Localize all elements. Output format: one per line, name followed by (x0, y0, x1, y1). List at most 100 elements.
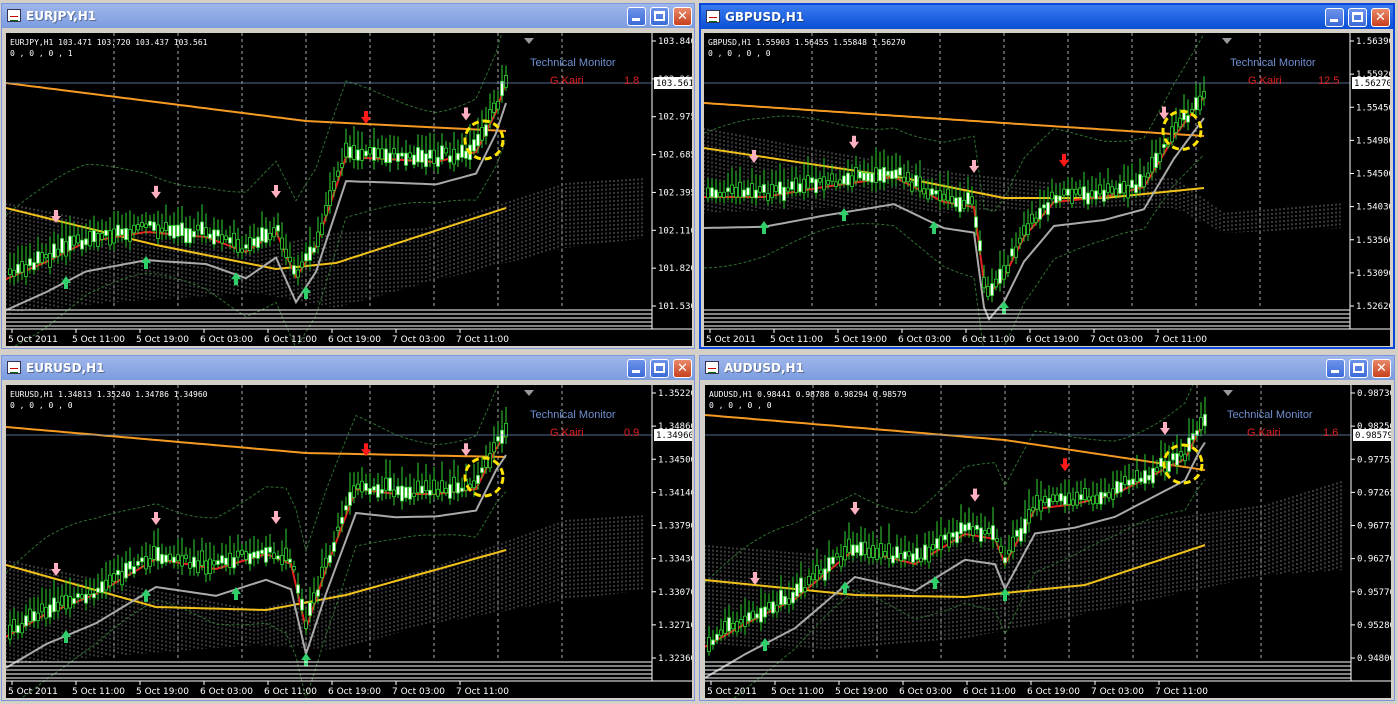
chart-shift-icon[interactable] (524, 390, 534, 396)
candle-body (1202, 91, 1206, 99)
candle-body (755, 613, 759, 619)
title-bar[interactable]: EURJPY,H1 ✕ (2, 4, 694, 28)
symbol-ohlc: GBPUSD,H1 1.55903 1.56455 1.55848 1.5627… (708, 38, 906, 47)
candle-body (200, 550, 204, 566)
price-chart[interactable]: 0.987300.982500.977550.972650.967750.962… (705, 385, 1391, 698)
candle-body (112, 573, 116, 582)
candle-body (344, 142, 348, 158)
candle-body (488, 453, 492, 469)
close-icon[interactable]: ✕ (1371, 8, 1390, 27)
candle-body (428, 149, 432, 159)
sell-arrow-icon (151, 185, 161, 199)
maximize-icon[interactable] (650, 359, 669, 378)
candle-body (918, 176, 922, 192)
candle-body (392, 489, 396, 498)
candle-body (786, 187, 790, 192)
candle-body (718, 192, 722, 197)
candle-body (432, 479, 436, 495)
candle-body (983, 530, 987, 535)
price-tick-label: 1.54030 (1356, 203, 1390, 213)
minimize-icon[interactable] (1326, 359, 1345, 378)
time-tick-label: 6 Oct 03:00 (200, 687, 253, 697)
buy-arrow-icon (301, 653, 311, 666)
candle-body (384, 148, 388, 163)
candle-body (842, 175, 846, 185)
chart-plot[interactable]: 1.352201.348601.345001.341401.337901.334… (6, 385, 692, 698)
candle-body (212, 229, 216, 245)
time-tick-label: 5 Oct 11:00 (771, 687, 824, 697)
technical-monitor-label: Technical Monitor (1227, 409, 1313, 421)
maximize-icon[interactable] (650, 7, 669, 26)
price-tick-label: 0.98730 (1357, 389, 1391, 399)
maximize-icon[interactable] (1349, 359, 1368, 378)
candle-body (850, 175, 854, 187)
price-tick-label: 0.96775 (1357, 522, 1391, 532)
title-bar[interactable]: GBPUSD,H1 ✕ (701, 5, 1393, 29)
candle-body (248, 553, 252, 565)
close-icon[interactable]: ✕ (673, 359, 692, 378)
candle-body (838, 179, 842, 185)
current-price-label: 1.34960 (656, 431, 692, 441)
chart-shift-icon[interactable] (524, 38, 534, 44)
time-tick-label: 5 Oct 2011 (707, 687, 757, 697)
candle-body (392, 148, 396, 155)
buy-arrow-icon (1000, 588, 1010, 601)
chart-window-eurusd[interactable]: EURUSD,H1 ✕ 1.352201.348601.345001.34140… (1, 355, 695, 701)
chart-shift-icon[interactable] (1223, 390, 1233, 396)
candle-body (819, 569, 823, 575)
candle-body (316, 231, 320, 247)
chart-window-eurjpy[interactable]: EURJPY,H1 ✕ 103.840103.260102.975102.685… (1, 3, 695, 349)
price-chart[interactable]: 1.352201.348601.345001.341401.337901.334… (6, 385, 692, 698)
candle-body (484, 458, 488, 468)
price-tick-label: 0.96270 (1357, 555, 1391, 565)
candle-body (827, 557, 831, 572)
price-tick-label: 0.97265 (1357, 488, 1391, 498)
candle-body (1050, 191, 1054, 200)
candle-body (412, 154, 416, 165)
candle-body (260, 549, 264, 554)
candle-body (404, 486, 408, 499)
chart-window-icon (7, 9, 21, 22)
candle-body (927, 546, 931, 563)
candle-body (436, 156, 440, 167)
candle-body (1051, 494, 1055, 502)
candle-body (710, 187, 714, 198)
title-bar[interactable]: AUDUSD,H1 ✕ (700, 356, 1394, 380)
chart-shift-icon[interactable] (1222, 38, 1232, 44)
candle-body (906, 171, 910, 183)
candle-body (1046, 202, 1050, 215)
minimize-icon[interactable] (627, 7, 646, 26)
title-bar[interactable]: EURUSD,H1 ✕ (2, 356, 694, 380)
candle-body (352, 145, 356, 160)
close-icon[interactable]: ✕ (1372, 359, 1391, 378)
price-chart[interactable]: 1.563901.559201.554501.549801.545001.540… (704, 33, 1390, 346)
candle-body (188, 228, 192, 244)
price-chart[interactable]: 103.840103.260102.975102.685102.395102.1… (6, 33, 692, 346)
price-tick-label: 101.530 (658, 302, 692, 312)
candle-body (1066, 188, 1070, 196)
chart-plot[interactable]: 103.840103.260102.975102.685102.395102.1… (6, 33, 692, 346)
candle-body (116, 224, 120, 237)
candle-body (128, 229, 132, 242)
candle-body (1091, 495, 1095, 505)
candle-body (388, 152, 392, 163)
maximize-icon[interactable] (1348, 8, 1367, 27)
chart-plot[interactable]: 0.987300.982500.977550.972650.967750.962… (705, 385, 1391, 698)
chart-window-gbpusd[interactable]: GBPUSD,H1 ✕ 1.563901.559201.554501.54980… (699, 3, 1395, 349)
gkairi-value: 12.5 (1318, 75, 1340, 87)
candle-body (899, 553, 903, 561)
candle-body (68, 235, 72, 251)
candle-body (168, 553, 172, 561)
close-icon[interactable]: ✕ (673, 7, 692, 26)
gkairi-label: G.Kairi (1247, 427, 1281, 439)
chart-window-audusd[interactable]: AUDUSD,H1 ✕ 0.987300.982500.977550.97265… (699, 355, 1395, 701)
candle-body (1039, 499, 1043, 512)
chart-plot[interactable]: 1.563901.559201.554501.549801.545001.540… (704, 33, 1390, 346)
minimize-icon[interactable] (627, 359, 646, 378)
candle-body (759, 607, 763, 623)
sell-arrow-icon (749, 150, 759, 163)
candle-body (152, 221, 156, 231)
minimize-icon[interactable] (1325, 8, 1344, 27)
ma-ichimoku-line (6, 207, 507, 271)
candle-body (80, 594, 84, 599)
